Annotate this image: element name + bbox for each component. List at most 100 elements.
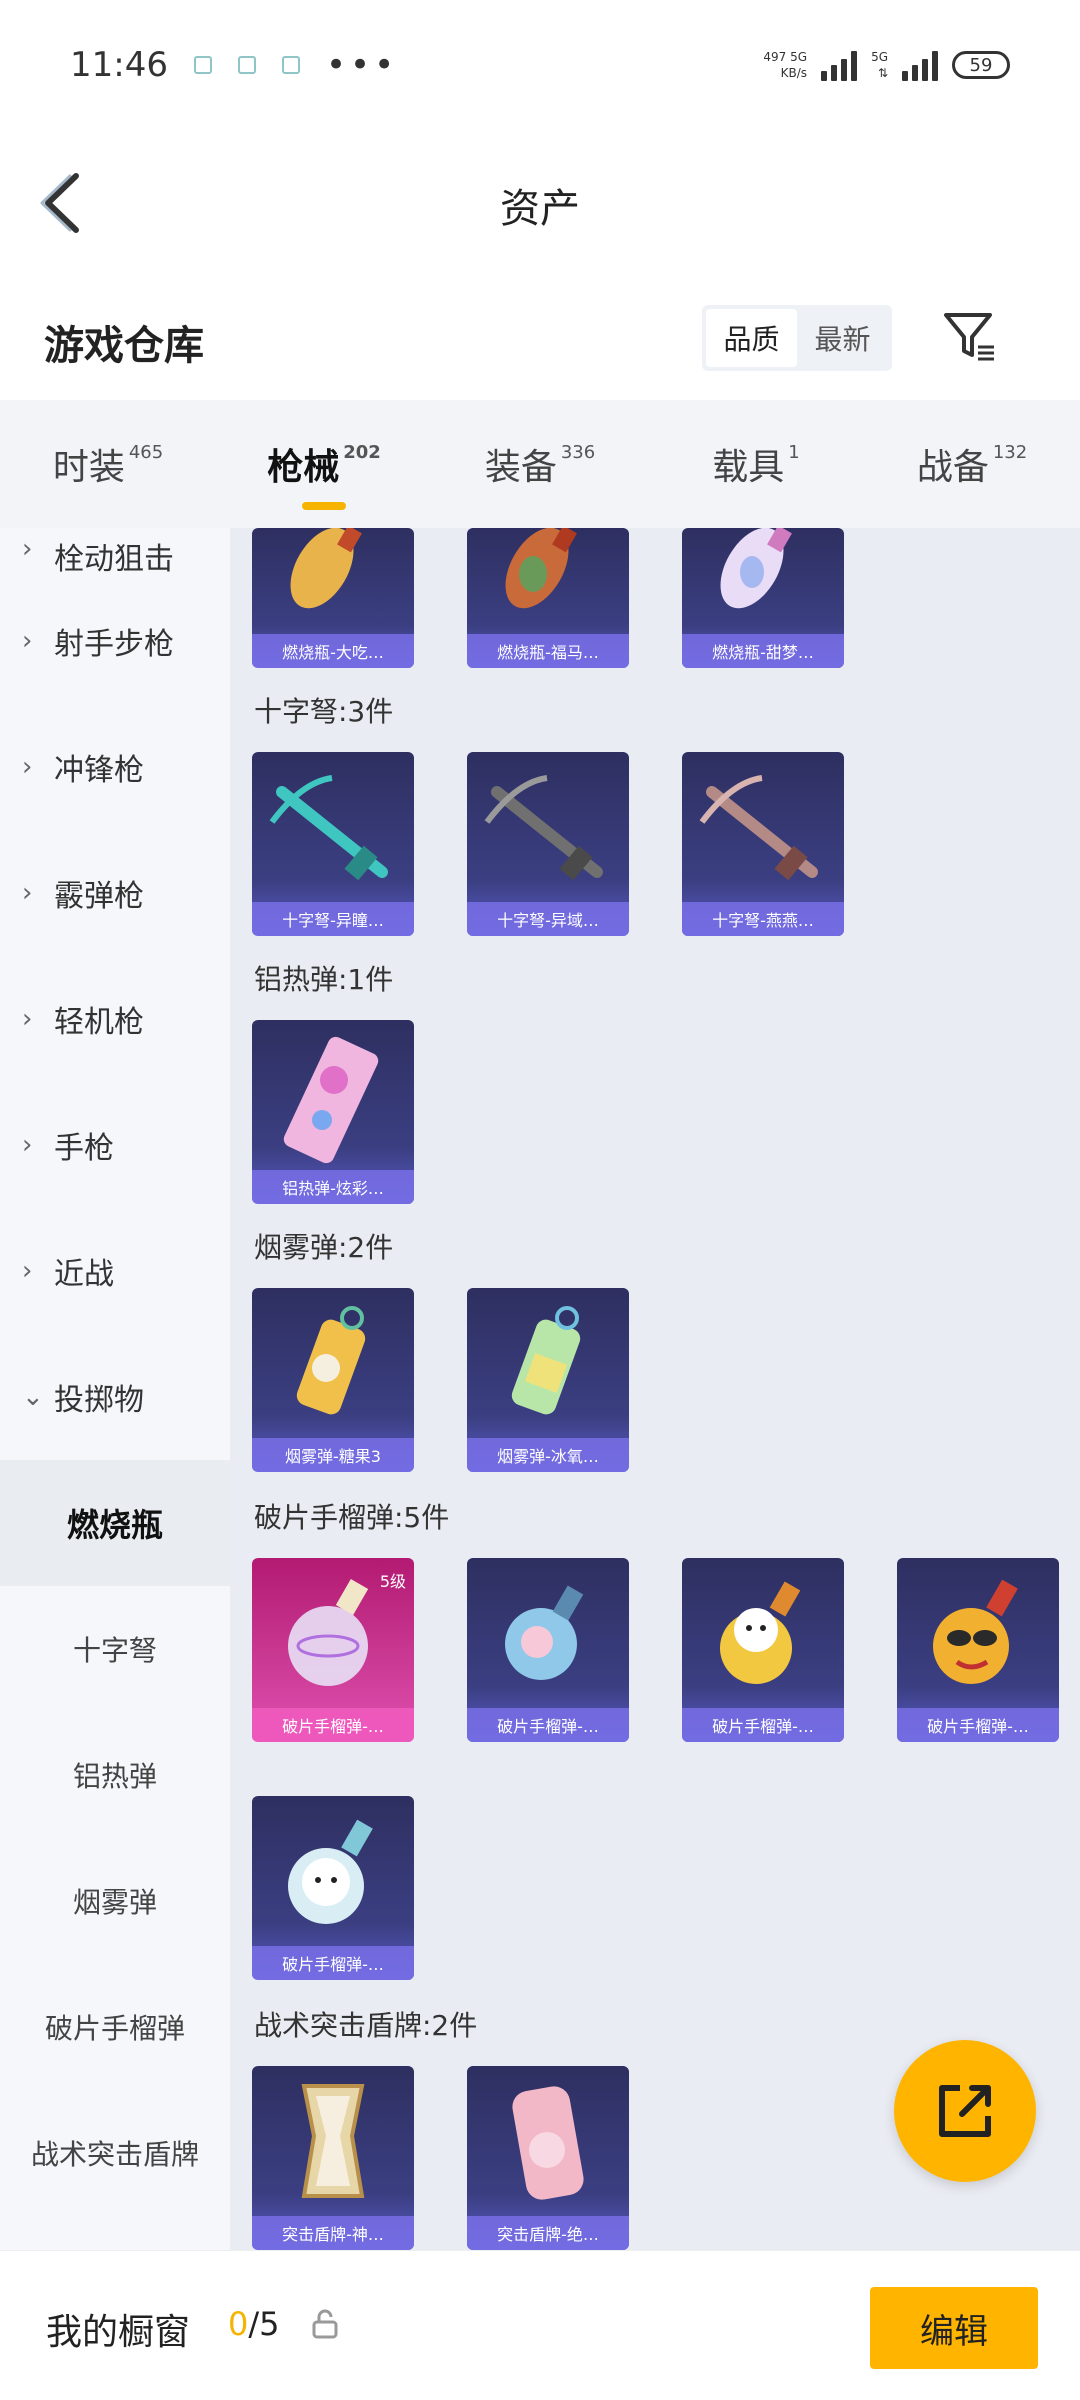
sidebar-sub-shield[interactable]: 战术突击盾牌: [0, 2090, 230, 2216]
sidebar-item-label: 栓动狙击: [54, 542, 174, 577]
sidebar-item-melee[interactable]: › 近战: [0, 1208, 230, 1334]
signal-icon: [821, 49, 858, 81]
item-card[interactable]: 铝热弹-炫彩…: [252, 1020, 414, 1204]
item-card[interactable]: 突击盾牌-绝…: [467, 2066, 629, 2250]
sort-quality-button[interactable]: 品质: [706, 309, 797, 367]
notification-icon: [281, 56, 300, 74]
item-card[interactable]: 燃烧瓶-福马…: [467, 528, 629, 668]
item-card[interactable]: 十字弩-异瞳…: [252, 752, 414, 936]
molotov-icon: [720, 528, 792, 609]
tab-count: 132: [992, 442, 1028, 463]
sidebar-item-pistol[interactable]: › 手枪: [0, 1082, 230, 1208]
group-label: 战术突击盾牌:2件: [254, 2009, 478, 2042]
item-card[interactable]: 破片手榴弹-…: [682, 1558, 844, 1742]
group-label: 烟雾弹:2件: [254, 1231, 394, 1264]
signal-icon: [902, 49, 938, 81]
item-name: 烟雾弹-冰氧…: [467, 1438, 629, 1472]
share-icon: [939, 2085, 991, 2137]
showcase-count: 0/5: [228, 2305, 280, 2343]
item-name: 破片手榴弹-…: [252, 1708, 414, 1742]
warehouse-title: 游戏仓库: [44, 323, 204, 369]
chevron-right-icon: ›: [22, 878, 33, 908]
sidebar-item-label: 近战: [54, 1257, 114, 1292]
item-card[interactable]: 破片手榴弹-…: [897, 1558, 1059, 1742]
tab-guns[interactable]: 枪械 202: [216, 400, 432, 528]
item-card[interactable]: 突击盾牌-神…: [252, 2066, 414, 2250]
sidebar-item-smg[interactable]: › 冲锋枪: [0, 704, 230, 830]
sidebar-item-label: 冲锋枪: [54, 753, 144, 788]
filter-button[interactable]: [940, 307, 1000, 367]
item-name: 铝热弹-炫彩…: [252, 1170, 414, 1204]
sidebar-item-sniper[interactable]: › 栓动狙击: [0, 528, 230, 578]
chevron-right-icon: ›: [22, 1004, 33, 1034]
notification-icon: [193, 56, 212, 74]
category-tabs: 时装 465 枪械 202 装备 336 载具 1 战备 132: [0, 400, 1080, 528]
sidebar-item-marksman[interactable]: › 射手步枪: [0, 578, 230, 704]
sidebar-sub-thermite[interactable]: 铝热弹: [0, 1712, 230, 1838]
item-name: 十字弩-异瞳…: [252, 902, 414, 936]
status-time: 11:46: [70, 45, 168, 85]
item-card[interactable]: 燃烧瓶-大吃…: [252, 528, 414, 668]
net-speed-value: 497 5G: [763, 50, 808, 64]
network-type: 5G ⇅: [871, 49, 888, 81]
edit-button[interactable]: 编辑: [870, 2287, 1038, 2369]
filter-icon: [944, 313, 994, 361]
frag-grenade-icon: [505, 1585, 584, 1680]
group-label: 破片手榴弹:5件: [254, 1501, 450, 1534]
net-speed: 497 5G KB/s: [763, 49, 807, 81]
group-label: 十字弩:3件: [254, 695, 394, 728]
status-bar: 11:46 ••• 497 5G KB/s 5G ⇅ 59: [0, 0, 1080, 130]
item-card[interactable]: 5级 破片手榴弹-…: [252, 1558, 414, 1742]
item-level-badge: 5级: [379, 1572, 406, 1591]
sidebar-sub-molotov[interactable]: 燃烧瓶: [0, 1460, 230, 1586]
item-card[interactable]: 破片手榴弹-…: [252, 1796, 414, 1980]
crossbow-icon: [269, 775, 388, 881]
item-name: 破片手榴弹-…: [682, 1708, 844, 1742]
item-grid: 燃烧瓶-大吃… 燃烧瓶-福马… 燃烧瓶-甜梦… 十字弩:3件 十字弩-异瞳… 十…: [230, 528, 1080, 2250]
sidebar-item-label: 射手步枪: [54, 627, 174, 662]
bottom-bar: 我的橱窗 0/5 编辑: [0, 2250, 1080, 2400]
page-title: 资产: [500, 186, 580, 232]
item-card[interactable]: 十字弩-异域…: [467, 752, 629, 936]
item-card[interactable]: 烟雾弹-冰氧…: [467, 1288, 629, 1472]
showcase-total: /5: [248, 2305, 280, 2343]
chevron-right-icon: ›: [22, 752, 33, 782]
item-card[interactable]: 燃烧瓶-甜梦…: [682, 528, 844, 668]
chevron-right-icon: ›: [22, 626, 33, 656]
status-left: 11:46 •••: [70, 45, 398, 85]
title-bar: 资产: [0, 130, 1080, 270]
share-button[interactable]: [894, 2040, 1036, 2182]
tab-count: 336: [560, 442, 596, 463]
tab-fashion[interactable]: 时装 465: [0, 400, 216, 528]
sidebar-sub-frag[interactable]: 破片手榴弹: [0, 1964, 230, 2090]
sidebar-item-lmg[interactable]: › 轻机枪: [0, 956, 230, 1082]
chevron-down-icon: ⌄: [22, 1382, 44, 1412]
showcase-current: 0: [228, 2305, 249, 2343]
tab-label: 载具: [712, 447, 785, 488]
sidebar-sub-smoke[interactable]: 烟雾弹: [0, 1838, 230, 1964]
item-card[interactable]: 烟雾弹-糖果3: [252, 1288, 414, 1472]
battery-level: 59: [969, 54, 993, 76]
item-card[interactable]: 破片手榴弹-…: [467, 1558, 629, 1742]
chevron-right-icon: ›: [22, 534, 33, 564]
item-name: 破片手榴弹-…: [467, 1708, 629, 1742]
lock-icon: [312, 2309, 338, 2339]
item-name: 突击盾牌-绝…: [467, 2216, 629, 2250]
frag-grenade-icon: [933, 1579, 1018, 1684]
sidebar-item-throwables[interactable]: ⌄ 投掷物: [0, 1334, 230, 1460]
sidebar-item-shotgun[interactable]: › 霰弹枪: [0, 830, 230, 956]
tab-equipment[interactable]: 装备 336: [432, 400, 648, 528]
tab-vehicles[interactable]: 载具 1: [648, 400, 864, 528]
more-notifications-icon: •••: [325, 45, 399, 85]
item-card[interactable]: 十字弩-燕燕…: [682, 752, 844, 936]
frag-grenade-icon: [720, 1581, 801, 1684]
sidebar-item-label: 轻机枪: [54, 1005, 144, 1040]
sidebar-item-label: 霰弹枪: [54, 879, 144, 914]
status-right: 497 5G KB/s 5G ⇅ 59: [763, 49, 1010, 81]
notification-icon: [237, 56, 256, 74]
tab-supplies[interactable]: 战备 132: [864, 400, 1080, 528]
sort-newest-button[interactable]: 最新: [797, 309, 888, 367]
item-name: 十字弩-异域…: [467, 902, 629, 936]
sidebar-sub-crossbow[interactable]: 十字弩: [0, 1586, 230, 1712]
section-header: 游戏仓库 品质 最新: [0, 285, 1080, 395]
